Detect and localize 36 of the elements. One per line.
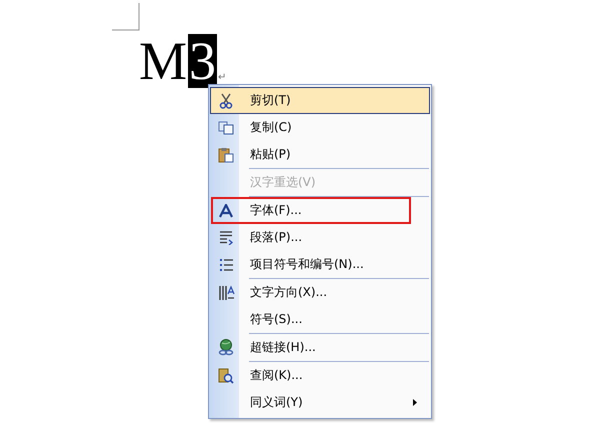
paragraph-icon	[218, 230, 234, 245]
menu-item-label: 符号(S)...	[250, 311, 304, 328]
menu-item-label: 粘贴(P)	[250, 146, 292, 163]
menu-item-label: 复制(C)	[250, 119, 293, 136]
menu-item-label: 剪切(T)	[250, 92, 292, 109]
menu-item-label: 查阅(K)...	[250, 367, 304, 384]
paragraph-mark: ↵	[218, 72, 226, 84]
scissors-icon	[219, 92, 233, 108]
clipboard-icon	[218, 146, 234, 162]
menu-item-label: 汉字重选(V)	[250, 174, 317, 191]
document-text: 3	[188, 34, 218, 88]
menu-item[interactable]: 查阅(K)...	[210, 362, 430, 389]
bullet-list-icon	[218, 258, 234, 272]
menu-item[interactable]: 剪切(T)	[210, 87, 430, 114]
menu-item-label: 字体(F)...	[250, 202, 303, 219]
menu-item[interactable]: 文字方向(X)...	[210, 279, 430, 306]
text-direction-icon	[218, 284, 234, 300]
menu-item[interactable]: 同义词(Y)	[210, 389, 430, 416]
copy-icon	[218, 120, 234, 134]
menu-item[interactable]: 字体(F)...	[210, 197, 430, 224]
document-text: M	[138, 34, 188, 88]
globe-link-icon	[218, 339, 234, 356]
menu-item-label: 段落(P)...	[250, 229, 304, 246]
menu-item[interactable]: 复制(C)	[210, 114, 430, 141]
menu-item[interactable]: 粘贴(P)	[210, 141, 430, 168]
menu-item[interactable]: 超链接(H)...	[210, 334, 430, 361]
menu-item[interactable]: 符号(S)...	[210, 306, 430, 333]
book-magnifier-icon	[218, 368, 234, 384]
menu-item-label: 同义词(Y)	[250, 394, 304, 411]
menu-item[interactable]: 项目符号和编号(N)...	[210, 251, 430, 278]
menu-item[interactable]: 段落(P)...	[210, 224, 430, 251]
menu-item-label: 超链接(H)...	[250, 339, 317, 356]
menu-item-label: 文字方向(X)...	[250, 284, 328, 301]
margin-corner-mark	[112, 3, 142, 33]
letter-a-icon	[219, 204, 233, 218]
menu-item-label: 项目符号和编号(N)...	[250, 256, 365, 273]
